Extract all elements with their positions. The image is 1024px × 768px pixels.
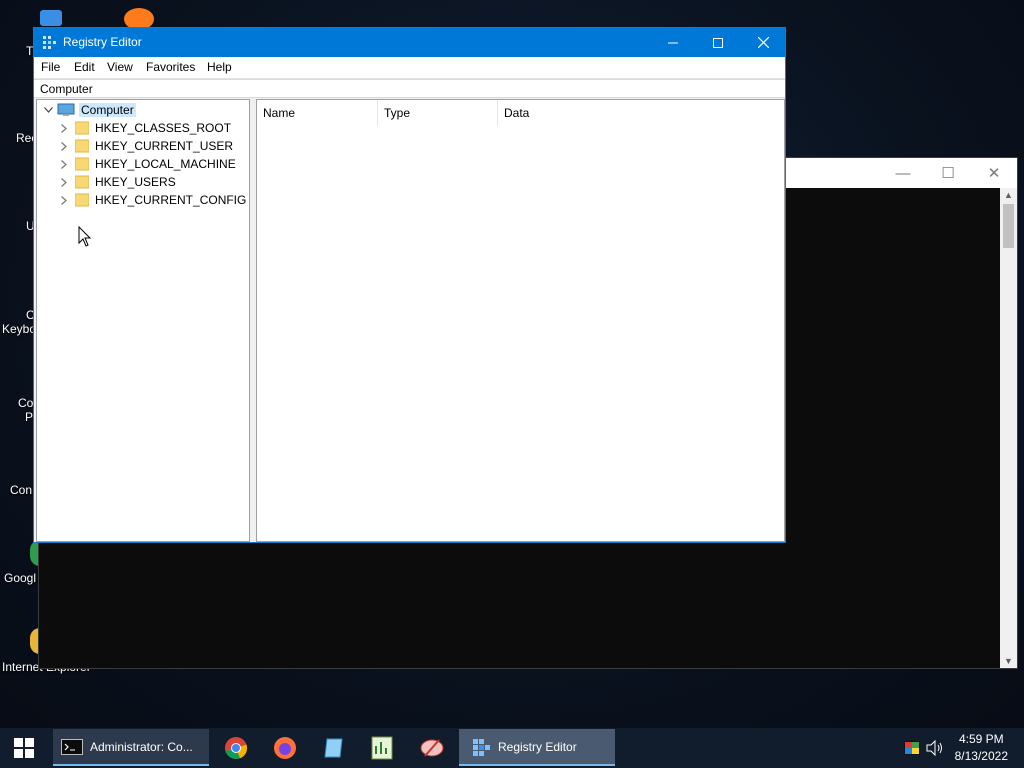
minimize-button[interactable] — [650, 28, 696, 57]
column-label: Data — [504, 106, 530, 120]
column-header-type[interactable]: Type — [378, 100, 497, 126]
firefox-icon — [274, 737, 296, 759]
taskbar-task-cmd[interactable]: Administrator: Co... — [53, 729, 209, 766]
close-button[interactable] — [740, 28, 786, 57]
start-button[interactable] — [0, 728, 48, 768]
values-list-pane[interactable]: Name Type Data — [256, 99, 785, 542]
scroll-thumb[interactable] — [1003, 204, 1014, 248]
regedit-icon — [43, 36, 56, 49]
registry-titlebar[interactable]: Registry Editor — [34, 28, 785, 57]
tree-label[interactable]: HKEY_CURRENT_CONFIG — [95, 193, 246, 207]
desktop-icon-label[interactable]: Googl — [4, 571, 36, 585]
folder-icon — [75, 193, 89, 207]
cmd-icon — [61, 738, 83, 755]
taskbar-spreadsheet[interactable] — [358, 728, 406, 768]
color-display-icon[interactable] — [904, 741, 920, 755]
chevron-right-icon[interactable] — [57, 121, 71, 135]
taskbar-paint[interactable] — [408, 728, 456, 768]
desktop-icon-label[interactable]: Co — [18, 396, 33, 410]
minimize-icon — [668, 42, 678, 43]
column-label: Type — [384, 106, 411, 120]
system-tray — [904, 728, 944, 768]
registry-editor-window[interactable]: Registry Editor File Edit View Favorites… — [33, 27, 786, 543]
tree-node-hkey[interactable]: HKEY_USERS — [57, 173, 176, 191]
taskbar-chrome[interactable] — [212, 728, 260, 768]
tree-label[interactable]: Computer — [79, 103, 136, 117]
tree-pane[interactable]: Computer HKEY_CLASSES_ROOT HKEY_CURRENT_… — [36, 99, 250, 542]
chevron-right-icon[interactable] — [57, 193, 71, 207]
folder-icon — [75, 175, 89, 189]
taskbar-notepad[interactable] — [310, 728, 358, 768]
clock-date: 8/13/2022 — [954, 749, 1008, 763]
menu-edit[interactable]: Edit — [74, 60, 95, 74]
taskbar-task-label: Registry Editor — [498, 739, 577, 754]
desktop-icon-label[interactable]: P — [25, 410, 33, 424]
taskbar-task-label: Administrator: Co... — [90, 739, 193, 754]
column-header-name[interactable]: Name — [257, 100, 377, 126]
folder-icon — [75, 139, 89, 153]
chevron-right-icon[interactable] — [57, 157, 71, 171]
menu-view[interactable]: View — [107, 60, 133, 74]
desktop-icon-label[interactable]: Keybo — [2, 322, 36, 336]
minimize-button[interactable]: — — [880, 158, 926, 188]
menu-help[interactable]: Help — [207, 60, 232, 74]
notepad-icon — [324, 738, 343, 758]
taskbar-clock[interactable]: 4:59 PM 8/13/2022 — [955, 731, 1008, 765]
chevron-right-icon[interactable] — [57, 175, 71, 189]
taskbar: Administrator: Co... Registry Editor 4:5… — [0, 728, 1024, 768]
scroll-down-icon[interactable]: ▼ — [1000, 654, 1017, 668]
maximize-button[interactable] — [695, 28, 741, 57]
tree-label[interactable]: HKEY_LOCAL_MACHINE — [95, 157, 236, 171]
tree-label[interactable]: HKEY_CLASSES_ROOT — [95, 121, 231, 135]
address-path[interactable]: Computer — [40, 82, 93, 96]
folder-icon — [75, 121, 89, 135]
computer-icon — [57, 103, 75, 116]
folder-desktop-icon[interactable] — [40, 10, 62, 26]
mouse-cursor-icon — [78, 226, 92, 247]
clock-time: 4:59 PM — [958, 732, 1004, 746]
column-header-data[interactable]: Data — [498, 100, 784, 126]
column-label: Name — [263, 106, 296, 120]
taskbar-task-regedit[interactable]: Registry Editor — [459, 729, 615, 766]
tree-node-hkey[interactable]: HKEY_CURRENT_USER — [57, 137, 233, 155]
scroll-up-icon[interactable]: ▲ — [1000, 188, 1017, 202]
close-button[interactable]: ✕ — [971, 158, 1017, 188]
chevron-down-icon[interactable] — [41, 103, 55, 117]
taskbar-firefox[interactable] — [261, 728, 309, 768]
chrome-icon — [225, 737, 248, 760]
menu-file[interactable]: File — [41, 60, 60, 74]
desktop-icon-label[interactable]: Con — [10, 483, 32, 497]
tree-node-hkey[interactable]: HKEY_LOCAL_MACHINE — [57, 155, 236, 173]
paint-icon — [420, 739, 444, 757]
tree-node-hkey[interactable]: HKEY_CURRENT_CONFIG — [57, 191, 246, 209]
close-icon — [757, 37, 769, 48]
tree-label[interactable]: HKEY_USERS — [95, 175, 176, 189]
window-title: Registry Editor — [63, 35, 142, 49]
folder-icon — [75, 157, 89, 171]
windows-logo-icon — [14, 738, 34, 758]
speaker-icon[interactable] — [926, 740, 944, 756]
vertical-scrollbar[interactable]: ▲ ▼ — [1000, 188, 1017, 668]
tree-node-computer[interactable]: Computer — [41, 101, 136, 119]
maximize-icon — [713, 37, 723, 48]
spreadsheet-icon — [371, 736, 393, 760]
address-bar[interactable]: Computer — [34, 79, 785, 98]
menu-favorites[interactable]: Favorites — [146, 60, 195, 74]
tree-node-hkey[interactable]: HKEY_CLASSES_ROOT — [57, 119, 231, 137]
tree-label[interactable]: HKEY_CURRENT_USER — [95, 139, 233, 153]
chevron-right-icon[interactable] — [57, 139, 71, 153]
menu-bar: File Edit View Favorites Help — [34, 57, 785, 79]
regedit-icon — [473, 738, 490, 756]
maximize-button[interactable]: ☐ — [925, 158, 971, 188]
